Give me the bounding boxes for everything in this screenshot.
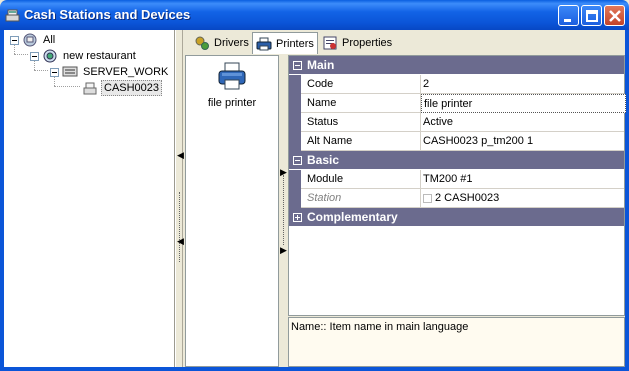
row-gutter [289, 113, 301, 132]
tree-splitter[interactable]: ◀ ◀ [175, 30, 184, 367]
property-value[interactable]: TM200 #1 [421, 170, 624, 189]
tab-label: Properties [342, 36, 393, 49]
collapse-icon[interactable] [50, 67, 59, 77]
tab-label: Drivers [214, 36, 249, 49]
cash-register-icon [82, 80, 98, 96]
device-tree[interactable]: All new restaurant SERVER_WORK CASH0023 [4, 30, 175, 367]
expand-icon[interactable] [293, 212, 302, 222]
window-frame-bottom [0, 367, 629, 371]
expand-right-icon[interactable]: ▶ [280, 245, 287, 256]
tab-drivers[interactable]: Drivers [191, 32, 252, 53]
category-basic[interactable]: Basic [289, 151, 624, 169]
checkbox-icon [423, 193, 432, 203]
close-button[interactable] [604, 5, 625, 26]
property-name: Code [301, 75, 421, 94]
properties-icon [322, 35, 338, 51]
collapse-icon[interactable] [30, 51, 39, 61]
printer-item[interactable]: file printer [200, 60, 264, 109]
property-value[interactable]: Active [421, 113, 624, 132]
tab-printers[interactable]: Printers [252, 32, 318, 54]
row-gutter [289, 189, 301, 208]
property-name: Name [301, 94, 421, 113]
tree-item-label: new restaurant [63, 50, 136, 62]
collapse-left-icon[interactable]: ◀ [177, 150, 184, 161]
row-gutter [289, 170, 301, 189]
property-grid[interactable]: Main Code 2 Name file printer Status Act… [288, 55, 626, 316]
printers-list[interactable]: file printer [185, 55, 279, 367]
category-main[interactable]: Main [289, 56, 624, 74]
property-row-code[interactable]: Code 2 [289, 75, 624, 94]
list-splitter[interactable]: ▶ ▶ [279, 55, 288, 367]
category-complementary[interactable]: Complementary [289, 208, 624, 226]
property-value-input[interactable]: file printer [421, 94, 626, 113]
tab-properties[interactable]: Properties [319, 32, 395, 53]
restaurant-icon [42, 48, 58, 64]
tree-connector [34, 70, 48, 71]
tree-item-label: All [43, 34, 56, 46]
category-label: Main [307, 58, 335, 72]
property-value[interactable]: CASH0023 p_tm200 1 [421, 132, 624, 151]
property-value[interactable]: 2 [421, 75, 624, 94]
tab-label: Printers [276, 37, 314, 50]
printer-icon [256, 36, 272, 52]
property-name: Alt Name [301, 132, 421, 151]
printer-icon [216, 62, 248, 95]
printer-label: file printer [207, 97, 257, 109]
property-row-name[interactable]: Name file printer [289, 94, 626, 113]
tree-connector [54, 86, 80, 87]
row-gutter [289, 75, 301, 94]
splitter-grip [179, 192, 180, 262]
property-row-station[interactable]: Station 2 CASH0023 [289, 189, 624, 208]
server-icon [62, 64, 78, 80]
row-gutter [289, 94, 301, 113]
collapse-icon[interactable] [10, 35, 19, 45]
minimize-button[interactable] [558, 5, 579, 26]
collapse-icon[interactable] [293, 155, 302, 165]
property-description: Name:: Item name in main language [288, 317, 625, 367]
tree-item-new-restaurant[interactable]: new restaurant [30, 48, 138, 64]
title-bar[interactable]: Cash Stations and Devices [0, 0, 629, 30]
tree-item-label: SERVER_WORK [83, 66, 169, 78]
cash-register-icon [4, 6, 22, 24]
collapse-icon[interactable] [293, 60, 302, 70]
window-frame-right [625, 30, 629, 371]
network-icon [22, 32, 38, 48]
collapse-left-icon[interactable]: ◀ [177, 236, 184, 247]
property-value-text: 2 CASH0023 [435, 192, 500, 204]
category-label: Complementary [307, 210, 398, 224]
property-name: Module [301, 170, 421, 189]
tree-connector [14, 54, 28, 55]
property-row-module[interactable]: Module TM200 #1 [289, 170, 624, 189]
property-name: Station [301, 189, 421, 208]
category-label: Basic [307, 153, 340, 167]
property-name: Status [301, 113, 421, 132]
property-value[interactable]: 2 CASH0023 [421, 189, 624, 208]
property-row-status[interactable]: Status Active [289, 113, 624, 132]
tree-item-all[interactable]: All [10, 32, 57, 48]
row-gutter [289, 132, 301, 151]
maximize-button[interactable] [581, 5, 602, 26]
window-title: Cash Stations and Devices [24, 7, 191, 22]
splitter-grip [283, 175, 284, 245]
tree-item-label: CASH0023 [101, 80, 163, 96]
tree-item-server-work[interactable]: SERVER_WORK [50, 64, 170, 80]
tree-item-cash0023[interactable]: CASH0023 [82, 80, 163, 96]
property-row-alt-name[interactable]: Alt Name CASH0023 p_tm200 1 [289, 132, 624, 151]
tab-bar: Drivers Printers Properties [185, 30, 625, 54]
gears-icon [194, 35, 210, 51]
